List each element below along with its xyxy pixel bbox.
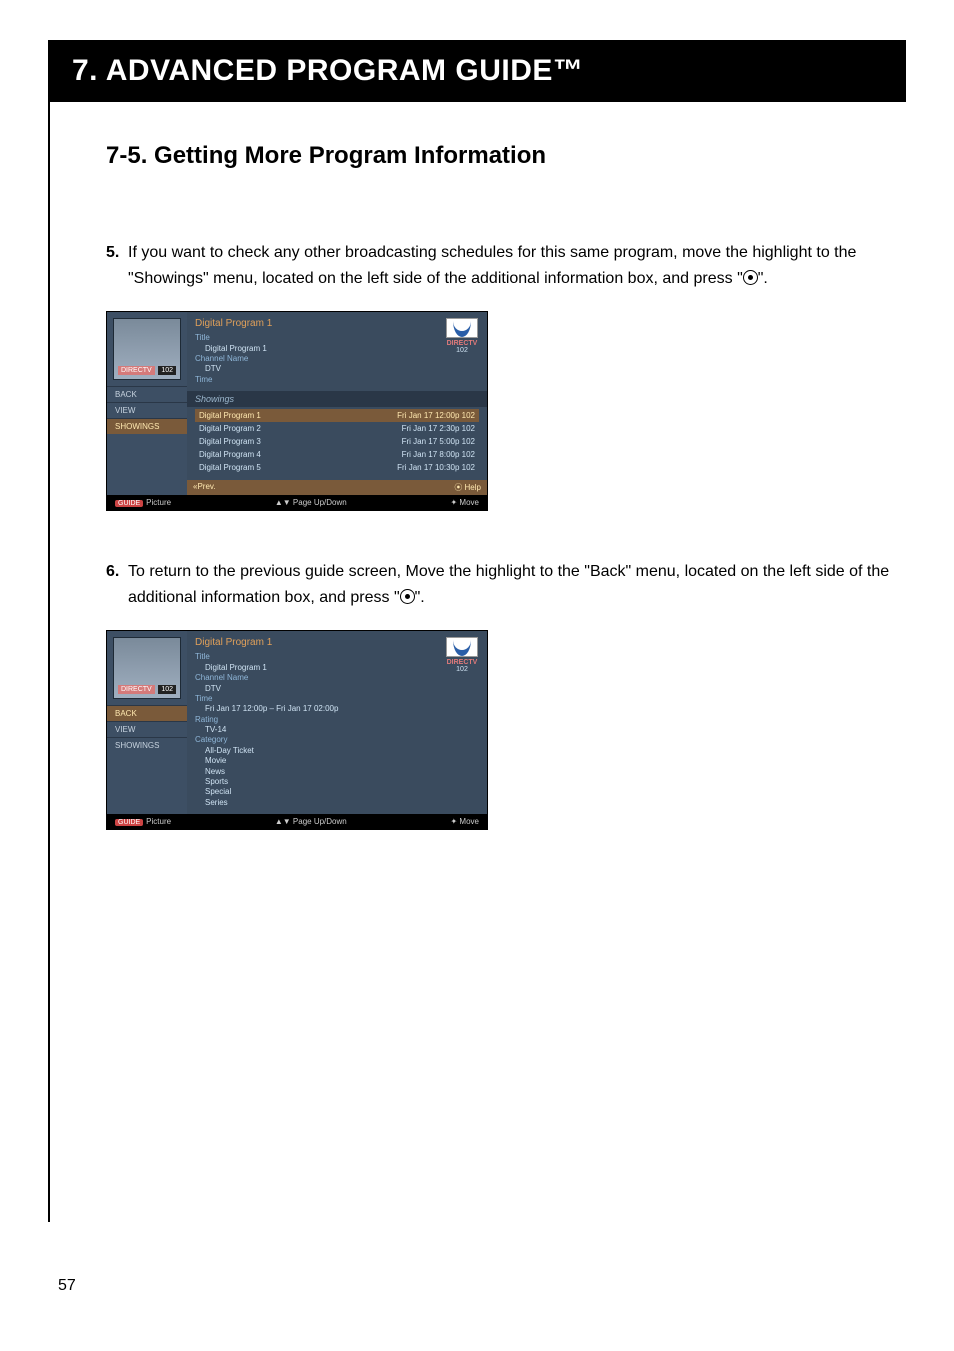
footer-bar: GUIDEPicture ▲▼ Page Up/Down ✦ Move bbox=[107, 495, 487, 510]
help-bar: «Prev.⦿ Help bbox=[187, 480, 487, 495]
page-number: 57 bbox=[58, 1277, 76, 1295]
screenshot-showings: DIRECTV 102 BACK VIEW SHOWINGS Digital P… bbox=[106, 311, 488, 511]
directv-logo-icon bbox=[446, 318, 478, 338]
step-text: To return to the previous guide screen, … bbox=[128, 559, 906, 610]
channel-logo-box: DIRECTV 102 bbox=[445, 318, 479, 354]
chapter-title: 7. ADVANCED PROGRAM GUIDE™ bbox=[48, 40, 906, 102]
side-menu: BACK VIEW SHOWINGS bbox=[107, 705, 187, 753]
list-item[interactable]: Digital Program 1Fri Jan 17 12:00p 102 bbox=[195, 409, 479, 422]
list-item[interactable]: Digital Program 4Fri Jan 17 8:00p 102 bbox=[195, 448, 479, 461]
channel-number: 102 bbox=[158, 685, 176, 694]
program-info: Title Digital Program 1 Channel Name DTV… bbox=[195, 333, 479, 385]
showings-list: Digital Program 1Fri Jan 17 12:00p 102 D… bbox=[195, 409, 479, 474]
side-menu: BACK VIEW SHOWINGS bbox=[107, 386, 187, 434]
program-info: Title Digital Program 1 Channel Name DTV… bbox=[195, 652, 479, 808]
menu-view[interactable]: VIEW bbox=[107, 402, 187, 418]
step-5: 5. If you want to check any other broadc… bbox=[106, 240, 906, 291]
menu-showings[interactable]: SHOWINGS bbox=[107, 737, 187, 753]
guide-icon: GUIDE bbox=[115, 500, 143, 507]
channel-number: 102 bbox=[158, 366, 176, 375]
menu-showings[interactable]: SHOWINGS bbox=[107, 418, 187, 434]
screenshot-back: DIRECTV 102 BACK VIEW SHOWINGS Digital P… bbox=[106, 630, 488, 830]
section-heading: 7-5. Getting More Program Information bbox=[106, 142, 906, 170]
menu-back[interactable]: BACK bbox=[107, 705, 187, 721]
program-title: Digital Program 1 bbox=[195, 318, 479, 329]
channel-tag: DIRECTV bbox=[118, 685, 155, 694]
list-item[interactable]: Digital Program 5Fri Jan 17 10:30p 102 bbox=[195, 461, 479, 474]
step-text: If you want to check any other broadcast… bbox=[128, 240, 906, 291]
channel-logo-box: DIRECTV 102 bbox=[445, 637, 479, 673]
select-icon bbox=[400, 589, 415, 604]
channel-tag: DIRECTV bbox=[118, 366, 155, 375]
preview-thumbnail: DIRECTV 102 bbox=[113, 318, 181, 380]
list-item[interactable]: Digital Program 2Fri Jan 17 2:30p 102 bbox=[195, 422, 479, 435]
list-item[interactable]: Digital Program 3Fri Jan 17 5:00p 102 bbox=[195, 435, 479, 448]
guide-icon: GUIDE bbox=[115, 819, 143, 826]
footer-bar: GUIDEPicture ▲▼ Page Up/Down ✦ Move bbox=[107, 814, 487, 829]
showings-header: Showings bbox=[187, 391, 487, 407]
select-icon bbox=[743, 270, 758, 285]
preview-thumbnail: DIRECTV 102 bbox=[113, 637, 181, 699]
menu-view[interactable]: VIEW bbox=[107, 721, 187, 737]
menu-back[interactable]: BACK bbox=[107, 386, 187, 402]
program-title: Digital Program 1 bbox=[195, 637, 479, 648]
step-number: 5. bbox=[106, 240, 128, 291]
directv-logo-icon bbox=[446, 637, 478, 657]
step-number: 6. bbox=[106, 559, 128, 610]
step-6: 6. To return to the previous guide scree… bbox=[106, 559, 906, 610]
